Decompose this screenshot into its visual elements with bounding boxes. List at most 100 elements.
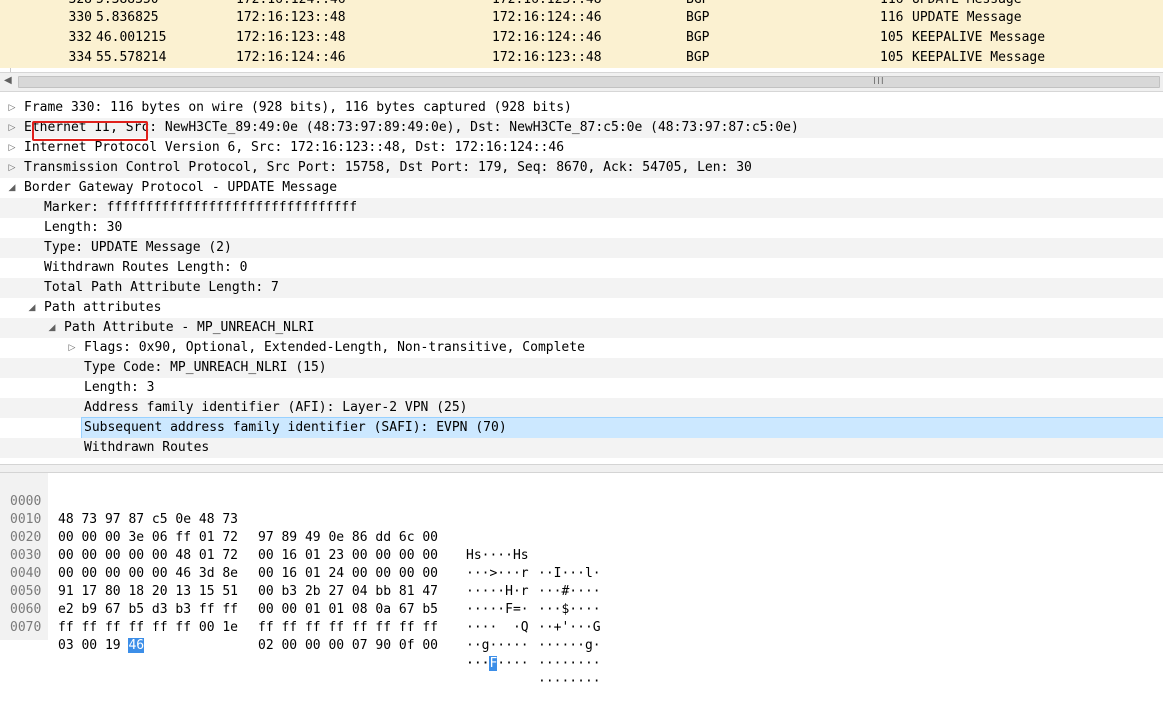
packet-time: 55.578214 [96,50,167,65]
collapse-triangle-icon[interactable]: ◢ [46,318,58,338]
packet-length: 105 [880,30,904,45]
packet-source: 172:16:123::48 [236,30,346,45]
packet-time: 5.836825 [96,10,159,25]
hex-bytes: e2 b9 67 b5 d3 b3 ff ff [58,602,239,617]
tree-item-label: Path Attribute - MP_UNREACH_NLRI [64,320,315,335]
collapse-triangle-icon[interactable]: ◢ [26,298,38,318]
packet-length: 105 [880,50,904,65]
packet-info: KEEPALIVE Message [912,30,1046,45]
hex-bytes: 97 89 49 0e 86 dd 6c 00 [258,530,439,545]
tree-item-withdrawn-routes[interactable]: Withdrawn Routes [0,438,1163,458]
packet-row[interactable]: 330 5.836825 172:16:123::48 172:16:124::… [0,8,1163,28]
packet-source: 172:16:124::46 [236,50,346,65]
tree-item-frame[interactable]: ▷ Frame 330: 116 bytes on wire (928 bits… [0,98,1163,118]
hex-row[interactable]: 0020 00 00 00 00 00 48 01 72 00 16 01 24… [0,511,601,617]
tree-item-mp-unreach-nlri[interactable]: ◢ Path Attribute - MP_UNREACH_NLRI [0,318,1163,338]
hex-dump-pane: 0000 48 73 97 87 c5 0e 48 73 97 89 49 0e… [0,473,1163,689]
hex-row[interactable]: 0050 e2 b9 67 b5 d3 b3 ff ff ff ff ff ff… [0,565,601,671]
packet-length: 116 [880,10,904,25]
tree-item-label: Flags: 0x90, Optional, Extended-Length, … [84,340,585,355]
hex-bytes: 91 17 80 18 20 13 15 51 [58,584,239,599]
tree-item-attr-length[interactable]: Length: 3 [0,378,1163,398]
tree-item-afi[interactable]: Address family identifier (AFI): Layer-2… [0,398,1163,418]
hex-bytes-plain: 03 00 19 [58,638,129,653]
hex-ascii: ··I···l· [538,566,601,581]
packet-row[interactable]: 332 46.001215 172:16:123::48 172:16:124:… [0,28,1163,48]
hex-bytes: 00 00 00 3e 06 ff 01 72 [58,530,239,545]
packet-time: 46.001215 [96,30,167,45]
collapse-triangle-icon[interactable]: ◢ [6,178,18,198]
hex-row[interactable]: 0010 00 00 00 3e 06 ff 01 72 00 16 01 23… [0,493,601,599]
packet-no: 330 [68,10,92,25]
tree-item-label: Internet Protocol Version 6, Src: 172:16… [24,140,565,155]
hex-ascii: ···· ·Q [466,620,529,635]
packet-list: 328 5.388350 172:16:124::46 172:16:123::… [0,0,1163,72]
hex-ascii: ···F [466,655,498,673]
hex-ascii: ···$···· [538,602,601,617]
hex-row[interactable]: 0060 ff ff ff ff ff ff 00 1e 02 00 00 00… [0,583,601,689]
tree-item-length[interactable]: Length: 30 [0,218,1163,238]
tree-item-label: Length: 3 [84,380,155,395]
hex-row[interactable]: 0070 03 00 19 46 ···F [0,601,498,671]
tree-item-label: Withdrawn Routes [84,440,210,455]
tree-item-ipv6[interactable]: ▷ Internet Protocol Version 6, Src: 172:… [0,138,1163,158]
expand-triangle-icon[interactable]: ▷ [6,118,18,138]
tree-item-label: Marker: ffffffffffffffffffffffffffffffff [44,200,358,215]
packet-destination: 172:16:124::46 [492,10,602,25]
hex-offset: 0070 [10,620,42,635]
hex-bytes: ff ff ff ff ff ff ff ff [258,620,439,635]
horizontal-scrollbar[interactable]: ◀ III [0,72,1163,92]
tree-item-label: Length: 30 [44,220,123,235]
hex-ascii: ·····F=· [466,602,529,617]
packet-no: 332 [68,30,92,45]
arrow-left-icon[interactable]: ◀ [4,75,12,86]
tree-item-withdrawn-length[interactable]: Withdrawn Routes Length: 0 [0,258,1163,278]
hex-ascii: ·····H·r [466,584,529,599]
hex-row[interactable]: 0040 91 17 80 18 20 13 15 51 00 00 01 01… [0,547,601,653]
packet-protocol: BGP [686,10,710,25]
expand-triangle-icon[interactable]: ▷ [6,158,18,178]
tree-item-flags[interactable]: ▷ Flags: 0x90, Optional, Extended-Length… [0,338,1163,358]
tree-item-bgp[interactable]: ◢ Border Gateway Protocol - UPDATE Messa… [0,178,1163,198]
grip-icon: III [873,76,885,87]
expand-triangle-icon[interactable]: ▷ [6,138,18,158]
hex-selected-byte[interactable]: 46 [128,638,145,653]
packet-info: KEEPALIVE Message [912,50,1046,65]
hex-ascii: ········ [538,674,601,689]
hex-bytes: 00 16 01 23 00 00 00 00 [258,548,439,563]
packet-row[interactable]: 334 55.578214 172:16:124::46 172:16:123:… [0,48,1163,68]
tree-item-type-code[interactable]: Type Code: MP_UNREACH_NLRI (15) [0,358,1163,378]
tree-item-safi[interactable]: Subsequent address family identifier (SA… [0,417,1163,439]
pane-splitter[interactable] [0,464,1163,473]
tree-item-label: Transmission Control Protocol, Src Port:… [24,160,752,175]
hex-bytes: 00 00 01 01 08 0a 67 b5 [258,602,439,617]
tree-item-label: Frame 330: 116 bytes on wire (928 bits),… [24,100,572,115]
tree-item-path-attributes[interactable]: ◢ Path attributes [0,298,1163,318]
tree-item-type[interactable]: Type: UPDATE Message (2) [0,238,1163,258]
hex-bytes: 48 73 97 87 c5 0e 48 73 [58,512,239,527]
hex-bytes: ff ff ff ff ff ff 00 1e [58,620,239,635]
tree-item-ethernet[interactable]: ▷ Ethernet II, Src: NewH3CTe_89:49:0e (4… [0,118,1163,138]
hex-bytes: 00 b3 2b 27 04 bb 81 47 [258,584,439,599]
hex-ascii: ··+'···G [538,620,601,635]
hex-row[interactable]: 0000 48 73 97 87 c5 0e 48 73 97 89 49 0e… [0,475,601,581]
packet-source: 172:16:123::48 [236,10,346,25]
tree-item-label: Total Path Attribute Length: 7 [44,280,279,295]
hex-selected-ascii[interactable]: F [489,656,498,671]
tree-item-tcp[interactable]: ▷ Transmission Control Protocol, Src Por… [0,158,1163,178]
expand-triangle-icon[interactable]: ▷ [66,338,78,358]
packet-protocol: BGP [686,50,710,65]
packet-destination: 172:16:124::46 [492,30,602,45]
hex-bytes: 00 16 01 24 00 00 00 00 [258,566,439,581]
expand-triangle-icon[interactable]: ▷ [6,98,18,118]
hex-ascii: Hs····Hs [466,548,529,563]
hex-row[interactable]: 0030 00 00 00 00 00 46 3d 8e 00 b3 2b 27… [0,529,601,635]
hex-bytes: 00 00 00 00 00 46 3d 8e [58,566,239,581]
packet-protocol: BGP [686,30,710,45]
hex-ascii: ···>···r [466,566,529,581]
tree-item-total-path-attr-length[interactable]: Total Path Attribute Length: 7 [0,278,1163,298]
tree-item-label: Withdrawn Routes Length: 0 [44,260,248,275]
scrollbar-thumb[interactable]: III [18,76,1160,88]
tree-item-marker[interactable]: Marker: ffffffffffffffffffffffffffffffff [0,198,1163,218]
tree-item-label: Type Code: MP_UNREACH_NLRI (15) [84,360,327,375]
